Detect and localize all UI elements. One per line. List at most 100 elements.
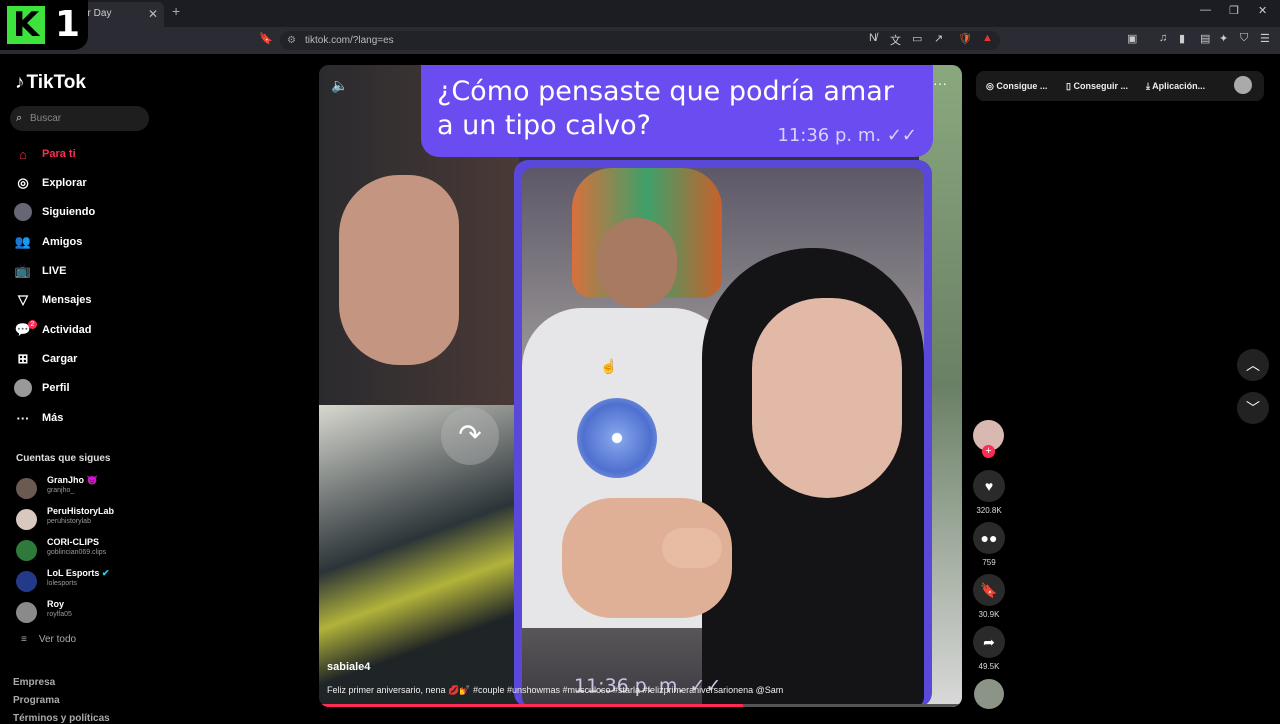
verified-icon: ✔: [101, 568, 110, 578]
video-player[interactable]: 11:36 p. m. ✓✓ ¿Cómo pensaste que podría…: [319, 65, 962, 707]
new-tab-icon[interactable]: +: [172, 3, 180, 19]
address-bar-row: 🔖 ⚙ tiktok.com/?lang=es N̸ 文 ▭ ↗ 🛡 ▲ ▣ ♫…: [0, 27, 1280, 54]
avatar: [16, 478, 37, 499]
footer-link-company[interactable]: Empresa: [13, 677, 55, 688]
comment-button[interactable]: ●● 759: [972, 522, 1006, 567]
footer-link-program[interactable]: Programa: [13, 695, 60, 706]
nav-item-profile[interactable]: Perfil: [14, 378, 70, 398]
account-name: Roy: [47, 599, 65, 609]
minimize-icon[interactable]: —: [1200, 4, 1211, 16]
video-disc: [577, 398, 657, 478]
rewards-icon[interactable]: ▲: [982, 32, 993, 44]
activity-badge: 2: [28, 320, 37, 329]
k-logo-icon: K: [7, 6, 45, 44]
share-button[interactable]: ➦ 49.5K: [972, 626, 1006, 671]
nav-item-messages[interactable]: ▽ Mensajes: [14, 290, 92, 310]
share-count: 49.5K: [978, 662, 1000, 671]
desktop-app-label: Aplicación...: [1152, 81, 1206, 91]
like-button[interactable]: ♥ 320.8K: [972, 470, 1006, 515]
get-coins-button[interactable]: ◎ Consigue ...: [986, 71, 1047, 101]
mouse-cursor-icon: ☝: [600, 358, 618, 374]
next-video-button[interactable]: ﹀: [1237, 392, 1269, 424]
nav-label: Para ti: [42, 148, 76, 160]
tiktok-note-icon: ♪: [15, 72, 25, 93]
nav-label: Más: [42, 412, 64, 424]
search-placeholder: Buscar: [30, 113, 62, 124]
compass-icon: ◎: [17, 175, 29, 190]
upload-icon: ⊞: [17, 351, 29, 366]
following-avatar-icon: [14, 203, 32, 221]
sidebar-toggle-icon[interactable]: ▣: [1127, 32, 1137, 45]
panel-icon[interactable]: ▮: [1179, 32, 1185, 45]
save-count: 30.9K: [978, 610, 1000, 619]
share-page-icon[interactable]: ↗: [934, 32, 943, 45]
home-icon: ⌂: [19, 146, 27, 162]
comment-count: 759: [982, 558, 996, 567]
desktop-app-button[interactable]: ⤓ Aplicación...: [1146, 71, 1205, 101]
progress-fill: [319, 704, 744, 707]
url-text: tiktok.com/?lang=es: [305, 35, 394, 46]
avatar: [16, 509, 37, 530]
vpn-icon[interactable]: ⛉: [1240, 32, 1248, 45]
share-icon: ➦: [973, 626, 1005, 658]
nav-item-live[interactable]: 📺 LIVE: [14, 261, 67, 281]
leo-ai-icon[interactable]: ✦: [1219, 32, 1228, 45]
reader-icon[interactable]: N̸: [869, 32, 877, 44]
translate-icon[interactable]: 文: [890, 32, 901, 48]
menu-icon[interactable]: ☰: [1260, 32, 1270, 45]
following-header: Cuentas que sigues: [16, 453, 111, 464]
nav-item-for-you[interactable]: ⌂ Para ti: [14, 144, 76, 164]
top-right-bar: ◎ Consigue ... ▯ Conseguir ... ⤓ Aplicac…: [976, 71, 1264, 101]
nav-item-friends[interactable]: 👥 Amigos: [14, 232, 82, 252]
nav-item-activity[interactable]: 💬 Actividad: [14, 320, 92, 340]
see-all-link[interactable]: ≡ Ver todo: [21, 634, 88, 645]
nav-label: Explorar: [42, 177, 87, 189]
profile-avatar-icon: [14, 379, 32, 397]
video-finger: [662, 528, 722, 568]
previous-video-button[interactable]: ︿: [1237, 349, 1269, 381]
account-name: CORI-CLIPS: [47, 537, 100, 547]
video-author[interactable]: sabiale4: [327, 661, 370, 673]
save-button[interactable]: 🔖 30.9K: [972, 574, 1006, 619]
avatar: [16, 571, 37, 592]
bookmark-icon[interactable]: 🔖: [259, 32, 273, 45]
nav-item-upload[interactable]: ⊞ Cargar: [14, 349, 78, 369]
list-icon: ≡: [21, 634, 27, 645]
share-arrow-icon: ↷: [441, 407, 499, 465]
nav-item-more[interactable]: ··· Más: [14, 408, 64, 428]
get-coins-label: Consigue ...: [996, 81, 1048, 91]
chat-bubble: ¿Cómo pensaste que podría amar a un tipo…: [421, 65, 933, 157]
volume-icon[interactable]: 🔈: [331, 77, 348, 94]
account-handle: granjho_: [47, 487, 75, 494]
chevron-down-icon: ﹀: [1246, 400, 1260, 416]
restore-icon[interactable]: ❐: [1229, 4, 1239, 17]
more-options-icon[interactable]: ···: [933, 75, 947, 91]
media-icon[interactable]: ♫: [1159, 32, 1167, 44]
search-input[interactable]: ⌕ Buscar: [10, 106, 149, 131]
nav-label: Cargar: [42, 353, 78, 365]
get-app-label: Conseguir ...: [1073, 81, 1128, 91]
sound-disc[interactable]: [974, 679, 1004, 709]
brave-shield-icon[interactable]: 🛡: [958, 32, 972, 45]
wallet-icon[interactable]: ▤: [1200, 32, 1210, 45]
brand-name: TikTok: [26, 72, 86, 93]
site-info-icon[interactable]: ⚙: [287, 31, 296, 50]
nav-item-following[interactable]: Siguiendo: [14, 202, 95, 222]
cast-icon[interactable]: ▭: [912, 32, 922, 45]
tiktok-logo[interactable]: ♪ TikTok: [15, 72, 86, 94]
footer-link-terms[interactable]: Términos y políticas: [13, 713, 110, 724]
avatar: [16, 602, 37, 623]
search-icon: ⌕: [16, 112, 23, 124]
profile-avatar[interactable]: [1234, 76, 1252, 94]
follow-plus-icon[interactable]: +: [982, 445, 995, 458]
nav-item-explore[interactable]: ◎ Explorar: [14, 173, 87, 193]
friends-icon: 👥: [14, 234, 32, 249]
close-tab-icon[interactable]: ✕: [148, 2, 158, 26]
like-count: 320.8K: [976, 506, 1002, 515]
get-app-button[interactable]: ▯ Conseguir ...: [1066, 71, 1128, 101]
account-name-text: LoL Esports: [47, 568, 100, 578]
close-window-icon[interactable]: ✕: [1258, 4, 1267, 17]
video-progress-bar[interactable]: [319, 704, 962, 707]
avatar: [16, 540, 37, 561]
account-name: LoL Esports ✔: [47, 568, 109, 579]
